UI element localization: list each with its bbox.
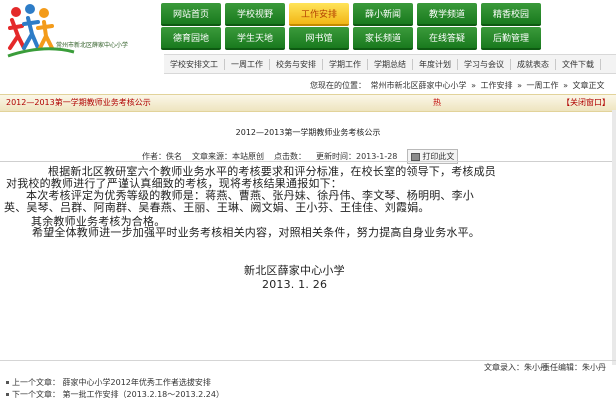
nav2-item-0[interactable]: 德育园地 — [161, 27, 221, 50]
paragraph: 英、吴琴、吕群、阿南群、吴春燕、王丽、王琳、阙文娟、王小芬、王佳佳、刘霞娟。 — [4, 201, 430, 214]
logo-text: 常州市新北区薛家中心小学 — [56, 42, 129, 49]
close-window-link[interactable]: 【关闭窗口】 — [562, 97, 610, 108]
signature-date: 2013. 1. 26 — [262, 278, 328, 291]
bullet-icon — [6, 393, 9, 396]
subnav-item-5[interactable]: 年度计划 — [413, 58, 458, 70]
signature-org: 新北区薛家中心小学 — [244, 264, 345, 277]
article-title: 2012—2013第一学期教师业务考核公示 — [235, 128, 381, 137]
subnav-item-0[interactable]: 学校安排文工 — [164, 58, 225, 70]
nav2-item-3[interactable]: 家长频道 — [353, 27, 413, 50]
next-article-link[interactable]: 下一个文章： 第一批工作安排（2013.2.18～2013.2.24） — [6, 389, 224, 400]
nav1-item-5[interactable]: 精香校园 — [481, 3, 541, 26]
responsible-editor: 责任编辑：朱小丹 — [542, 363, 606, 372]
nav2-item-5[interactable]: 后勤管理 — [481, 27, 541, 50]
previous-article-text[interactable]: 上一个文章： 薛家中心小学2012年优秀工作者选拔安排 — [12, 378, 211, 387]
subnav-item-4[interactable]: 学期总结 — [368, 58, 413, 70]
sub-nav: 学校安排文工 一周工作 校务与安排 学期工作 学期总结 年度计划 学习与会议 成就表态 文件下载 — [164, 54, 616, 74]
next-article-text[interactable]: 下一个文章： 第一批工作安排（2013.2.18～2013.2.24） — [12, 390, 224, 399]
title-bar-text: 2012—2013第一学期教师业务考核公示 — [6, 98, 151, 107]
paragraph: 希望全体教师进一步加强平时业务考核相关内容，对照相关条件，努力提高自身业务水平。 — [32, 226, 480, 239]
nav2-item-1[interactable]: 学生天地 — [225, 27, 285, 50]
printer-icon — [411, 152, 421, 161]
nav1-item-3[interactable]: 薛小新闻 — [353, 3, 413, 26]
nav1-item-1[interactable]: 学校视野 — [225, 3, 285, 26]
hot-badge: 热 — [433, 98, 441, 107]
divider — [0, 161, 616, 162]
breadcrumb-item-week[interactable]: 一周工作 — [527, 81, 559, 90]
subnav-item-1[interactable]: 一周工作 — [225, 58, 270, 70]
main-nav-row-2: 德育园地 学生天地 网书馆 家长频道 在线答疑 后勤管理 — [161, 27, 616, 50]
subnav-item-2[interactable]: 校务与安排 — [270, 58, 323, 70]
main-nav-row-1: 网站首页 学校视野 工作安排 薛小新闻 教学频道 精香校园 — [161, 3, 616, 26]
nav2-item-4[interactable]: 在线答疑 — [417, 27, 477, 50]
breadcrumb-prefix: 您现在的位置： — [310, 81, 366, 90]
breadcrumb: 您现在的位置： 常州市新北区薛家中心小学 » 工作安排 » 一周工作 » 文章正… — [310, 81, 605, 90]
nav1-item-0[interactable]: 网站首页 — [161, 3, 221, 26]
subnav-item-3[interactable]: 学期工作 — [323, 58, 368, 70]
subnav-item-8[interactable]: 文件下载 — [556, 58, 601, 70]
breadcrumb-item-work[interactable]: 工作安排 — [481, 81, 513, 90]
bullet-icon — [6, 381, 9, 384]
subnav-item-7[interactable]: 成就表态 — [511, 58, 556, 70]
nav1-item-4[interactable]: 教学频道 — [417, 3, 477, 26]
page-scroll-edge — [612, 110, 616, 365]
nav2-item-2[interactable]: 网书馆 — [289, 27, 349, 50]
subnav-item-6[interactable]: 学习与会议 — [458, 58, 511, 70]
breadcrumb-item-article: 文章正文 — [572, 81, 605, 90]
school-logo[interactable] — [4, 4, 154, 70]
previous-article-link[interactable]: 上一个文章： 薛家中心小学2012年优秀工作者选拔安排 — [6, 377, 211, 388]
nav1-item-2[interactable]: 工作安排 — [289, 3, 349, 26]
breadcrumb-item-home[interactable]: 常州市新北区薛家中心小学 — [371, 81, 467, 90]
entry-author: 文章录入：朱小丹 — [484, 363, 548, 372]
